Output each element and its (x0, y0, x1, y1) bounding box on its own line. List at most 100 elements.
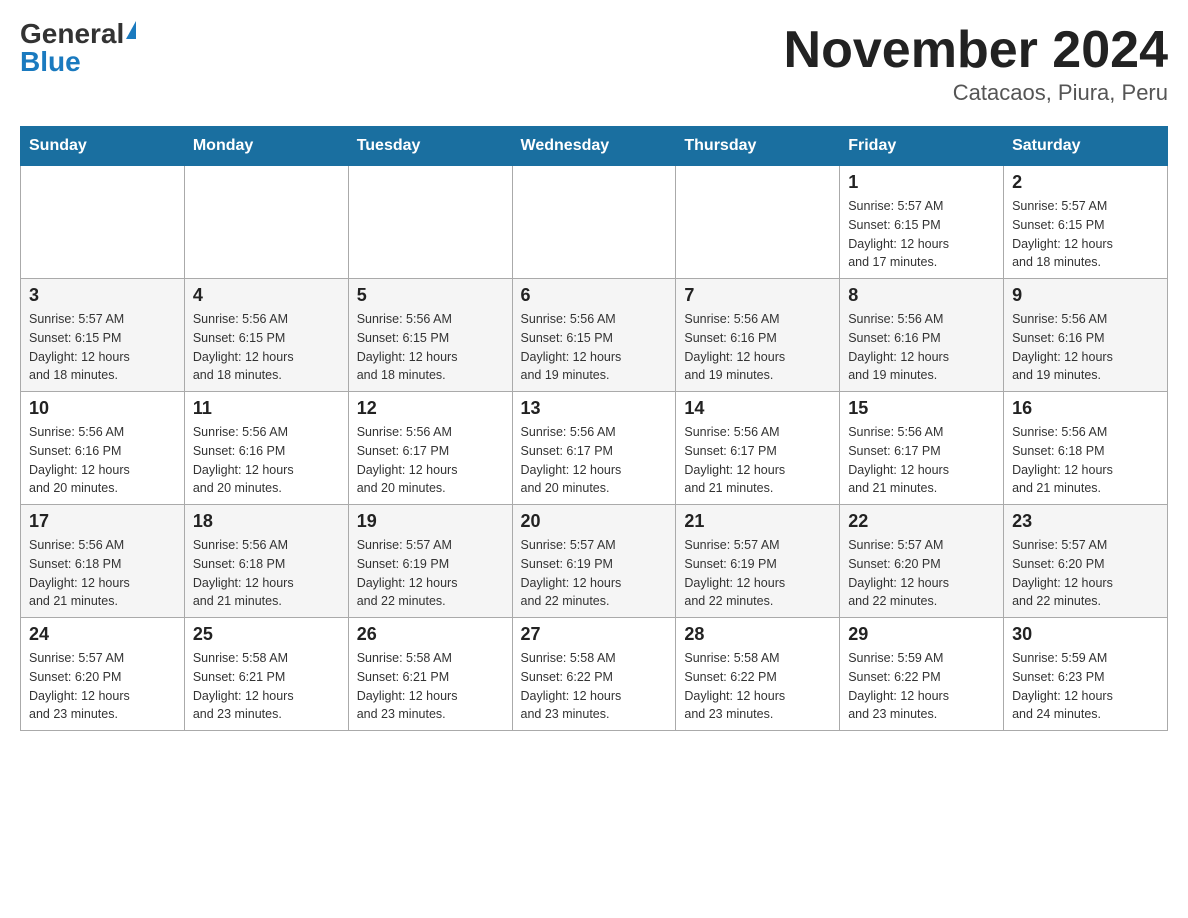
day-number: 16 (1012, 398, 1159, 419)
day-info: Sunrise: 5:56 AM Sunset: 6:18 PM Dayligh… (193, 536, 340, 611)
calendar-week-row: 17 Sunrise: 5:56 AM Sunset: 6:18 PM Dayli… (21, 505, 1168, 618)
table-row: 23 Sunrise: 5:57 AM Sunset: 6:20 PM Dayli… (1004, 505, 1168, 618)
logo-triangle-icon (126, 21, 136, 39)
table-row: 9Sunrise: 5:56 AM Sunset: 6:16 PM Daylig… (1004, 279, 1168, 392)
day-number: 14 (684, 398, 831, 419)
table-row: 22 Sunrise: 5:57 AM Sunset: 6:20 PM Dayli… (840, 505, 1004, 618)
day-info: Sunrise: 5:57 AM Sunset: 6:20 PM Dayligh… (1012, 536, 1159, 611)
logo: General Blue (20, 20, 136, 76)
table-row: 11 Sunrise: 5:56 AM Sunset: 6:16 PM Dayli… (184, 392, 348, 505)
header-tuesday: Tuesday (348, 127, 512, 166)
day-number: 26 (357, 624, 504, 645)
day-number: 21 (684, 511, 831, 532)
day-info: Sunrise: 5:58 AM Sunset: 6:22 PM Dayligh… (521, 649, 668, 724)
calendar-title: November 2024 (784, 20, 1168, 80)
day-number: 2 (1012, 172, 1159, 193)
day-info: Sunrise: 5:58 AM Sunset: 6:21 PM Dayligh… (193, 649, 340, 724)
day-number: 19 (357, 511, 504, 532)
day-info: Sunrise: 5:56 AM Sunset: 6:17 PM Dayligh… (848, 423, 995, 498)
day-info: Sunrise: 5:57 AM Sunset: 6:19 PM Dayligh… (357, 536, 504, 611)
calendar-week-row: 3 Sunrise: 5:57 AM Sunset: 6:15 PM Daylig… (21, 279, 1168, 392)
table-row: 30 Sunrise: 5:59 AM Sunset: 6:23 PM Dayli… (1004, 618, 1168, 731)
day-info: Sunrise: 5:56 AM Sunset: 6:16 PM Dayligh… (193, 423, 340, 498)
header-monday: Monday (184, 127, 348, 166)
table-row: 13Sunrise: 5:56 AM Sunset: 6:17 PM Dayli… (512, 392, 676, 505)
calendar-week-row: 1 Sunrise: 5:57 AM Sunset: 6:15 PM Daylig… (21, 166, 1168, 279)
page-header: General Blue November 2024 Catacaos, Piu… (20, 20, 1168, 106)
table-row: 19 Sunrise: 5:57 AM Sunset: 6:19 PM Dayli… (348, 505, 512, 618)
day-number: 29 (848, 624, 995, 645)
day-number: 9 (1012, 285, 1159, 306)
day-info: Sunrise: 5:57 AM Sunset: 6:15 PM Dayligh… (848, 197, 995, 272)
day-info: Sunrise: 5:57 AM Sunset: 6:15 PM Dayligh… (1012, 197, 1159, 272)
table-row: 15Sunrise: 5:56 AM Sunset: 6:17 PM Dayli… (840, 392, 1004, 505)
day-info: Sunrise: 5:58 AM Sunset: 6:22 PM Dayligh… (684, 649, 831, 724)
header-saturday: Saturday (1004, 127, 1168, 166)
day-info: Sunrise: 5:59 AM Sunset: 6:23 PM Dayligh… (1012, 649, 1159, 724)
day-info: Sunrise: 5:56 AM Sunset: 6:17 PM Dayligh… (684, 423, 831, 498)
table-row: 27 Sunrise: 5:58 AM Sunset: 6:22 PM Dayli… (512, 618, 676, 731)
day-info: Sunrise: 5:56 AM Sunset: 6:17 PM Dayligh… (357, 423, 504, 498)
day-number: 8 (848, 285, 995, 306)
day-number: 11 (193, 398, 340, 419)
header-wednesday: Wednesday (512, 127, 676, 166)
calendar-table: Sunday Monday Tuesday Wednesday Thursday… (20, 126, 1168, 731)
logo-general-text: General (20, 20, 124, 48)
day-info: Sunrise: 5:56 AM Sunset: 6:15 PM Dayligh… (357, 310, 504, 385)
table-row: 24 Sunrise: 5:57 AM Sunset: 6:20 PM Dayli… (21, 618, 185, 731)
table-row: 2 Sunrise: 5:57 AM Sunset: 6:15 PM Daylig… (1004, 166, 1168, 279)
table-row: 12Sunrise: 5:56 AM Sunset: 6:17 PM Dayli… (348, 392, 512, 505)
day-info: Sunrise: 5:57 AM Sunset: 6:19 PM Dayligh… (684, 536, 831, 611)
day-number: 3 (29, 285, 176, 306)
day-number: 24 (29, 624, 176, 645)
day-number: 17 (29, 511, 176, 532)
day-info: Sunrise: 5:57 AM Sunset: 6:20 PM Dayligh… (29, 649, 176, 724)
table-row: 17 Sunrise: 5:56 AM Sunset: 6:18 PM Dayli… (21, 505, 185, 618)
day-number: 5 (357, 285, 504, 306)
day-number: 18 (193, 511, 340, 532)
table-row: 28 Sunrise: 5:58 AM Sunset: 6:22 PM Dayli… (676, 618, 840, 731)
calendar-week-row: 10 Sunrise: 5:56 AM Sunset: 6:16 PM Dayli… (21, 392, 1168, 505)
table-row: 18 Sunrise: 5:56 AM Sunset: 6:18 PM Dayli… (184, 505, 348, 618)
table-row: 16 Sunrise: 5:56 AM Sunset: 6:18 PM Dayli… (1004, 392, 1168, 505)
calendar-week-row: 24 Sunrise: 5:57 AM Sunset: 6:20 PM Dayli… (21, 618, 1168, 731)
table-row (348, 166, 512, 279)
day-number: 30 (1012, 624, 1159, 645)
table-row: 1 Sunrise: 5:57 AM Sunset: 6:15 PM Daylig… (840, 166, 1004, 279)
day-info: Sunrise: 5:58 AM Sunset: 6:21 PM Dayligh… (357, 649, 504, 724)
table-row: 20 Sunrise: 5:57 AM Sunset: 6:19 PM Dayli… (512, 505, 676, 618)
day-info: Sunrise: 5:57 AM Sunset: 6:19 PM Dayligh… (521, 536, 668, 611)
day-info: Sunrise: 5:56 AM Sunset: 6:16 PM Dayligh… (29, 423, 176, 498)
header-sunday: Sunday (21, 127, 185, 166)
day-number: 13 (521, 398, 668, 419)
day-number: 23 (1012, 511, 1159, 532)
day-info: Sunrise: 5:56 AM Sunset: 6:15 PM Dayligh… (521, 310, 668, 385)
table-row: 6 Sunrise: 5:56 AM Sunset: 6:15 PM Daylig… (512, 279, 676, 392)
day-number: 1 (848, 172, 995, 193)
table-row (21, 166, 185, 279)
logo-blue-text: Blue (20, 48, 81, 76)
weekday-header-row: Sunday Monday Tuesday Wednesday Thursday… (21, 127, 1168, 166)
day-info: Sunrise: 5:57 AM Sunset: 6:15 PM Dayligh… (29, 310, 176, 385)
day-info: Sunrise: 5:56 AM Sunset: 6:18 PM Dayligh… (1012, 423, 1159, 498)
day-info: Sunrise: 5:56 AM Sunset: 6:18 PM Dayligh… (29, 536, 176, 611)
day-info: Sunrise: 5:59 AM Sunset: 6:22 PM Dayligh… (848, 649, 995, 724)
table-row: 14 Sunrise: 5:56 AM Sunset: 6:17 PM Dayli… (676, 392, 840, 505)
day-number: 6 (521, 285, 668, 306)
table-row: 4Sunrise: 5:56 AM Sunset: 6:15 PM Daylig… (184, 279, 348, 392)
table-row: 29 Sunrise: 5:59 AM Sunset: 6:22 PM Dayli… (840, 618, 1004, 731)
day-info: Sunrise: 5:56 AM Sunset: 6:15 PM Dayligh… (193, 310, 340, 385)
header-friday: Friday (840, 127, 1004, 166)
table-row: 5 Sunrise: 5:56 AM Sunset: 6:15 PM Daylig… (348, 279, 512, 392)
title-block: November 2024 Catacaos, Piura, Peru (784, 20, 1168, 106)
day-number: 7 (684, 285, 831, 306)
day-number: 28 (684, 624, 831, 645)
day-number: 10 (29, 398, 176, 419)
day-number: 20 (521, 511, 668, 532)
table-row: 3 Sunrise: 5:57 AM Sunset: 6:15 PM Daylig… (21, 279, 185, 392)
day-number: 27 (521, 624, 668, 645)
day-info: Sunrise: 5:57 AM Sunset: 6:20 PM Dayligh… (848, 536, 995, 611)
header-thursday: Thursday (676, 127, 840, 166)
table-row: 7Sunrise: 5:56 AM Sunset: 6:16 PM Daylig… (676, 279, 840, 392)
day-number: 22 (848, 511, 995, 532)
